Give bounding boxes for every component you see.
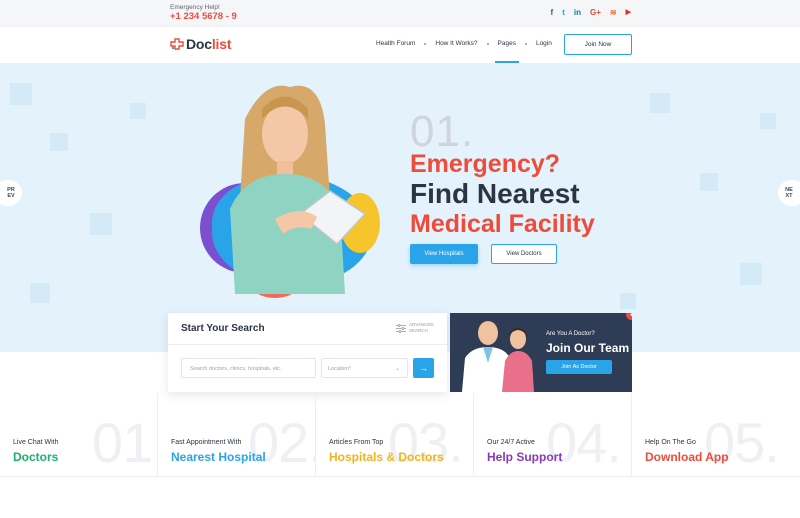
view-hospitals-button[interactable]: View Hospitals — [410, 244, 478, 264]
hero-slider: PR EV NE XT 01. Emergency? Find Nearest … — [0, 63, 800, 352]
google-plus-icon[interactable]: G+ — [590, 8, 601, 18]
logo-cross-icon — [170, 38, 184, 50]
nav-separator — [524, 42, 527, 45]
hero-heading-line3: Medical Facility — [410, 210, 595, 238]
view-doctors-button[interactable]: View Doctors — [491, 244, 557, 264]
feature-card[interactable]: 01. Live Chat With Doctors — [0, 393, 158, 477]
feature-title: Hospitals & Doctors — [329, 450, 444, 464]
hero-heading-line2: Find Nearest — [410, 178, 580, 209]
feature-card[interactable]: 02. Fast Appointment With Nearest Hospit… — [158, 393, 316, 477]
feature-number: 05. — [704, 411, 780, 474]
location-pin-icon: ● — [626, 313, 632, 320]
feature-title: Nearest Hospital — [171, 450, 266, 464]
join-now-button[interactable]: Join Now — [564, 34, 632, 55]
search-divider — [168, 344, 447, 345]
search-panel: Start Your Search ADVANCED SEARCH Search … — [168, 313, 447, 392]
nav-separator — [424, 42, 427, 45]
feature-subtitle: Fast Appointment With — [171, 439, 242, 446]
search-input[interactable]: Search doctors, clinics, hospitals, etc. — [181, 358, 316, 378]
doctor-title: Join Our Team — [546, 341, 630, 355]
nav-item-how-it-works[interactable]: How It Works? — [435, 40, 477, 47]
feature-subtitle: Articles From Top — [329, 439, 384, 446]
main-navbar: Doclist Health Forum How It Works? Pages… — [0, 27, 800, 63]
nav-separator — [486, 42, 489, 45]
logo[interactable]: Doclist — [170, 36, 232, 52]
doctors-image — [462, 321, 534, 392]
advanced-label-1: ADVANCED — [409, 322, 434, 327]
location-select[interactable]: Location* ⌄ — [321, 358, 408, 378]
nav-item-pages[interactable]: Pages — [494, 40, 520, 63]
advanced-label-2: SEARCH — [409, 328, 428, 333]
feature-subtitle: Live Chat With — [13, 439, 59, 446]
top-bar: Emergency Help! +1 234 5678 - 9 f t in G… — [0, 0, 800, 27]
chevron-down-icon: ⌄ — [394, 366, 400, 372]
emergency-phone[interactable]: +1 234 5678 - 9 — [170, 11, 237, 22]
location-label: Location* — [328, 366, 351, 372]
search-title: Start Your Search — [181, 323, 265, 334]
facebook-icon[interactable]: f — [551, 8, 554, 18]
linkedin-icon[interactable]: in — [574, 8, 581, 18]
nav-item-health-forum[interactable]: Health Forum — [376, 40, 415, 47]
nav-menu: Health Forum How It Works? Pages Login — [376, 40, 552, 63]
rss-icon[interactable]: ≋ — [610, 8, 617, 18]
doctor-question: Are You A Doctor? — [546, 331, 595, 337]
social-links: f t in G+ ≋ ▶ — [551, 8, 631, 18]
feature-card[interactable]: 04. Our 24/7 Active Help Support — [474, 393, 632, 477]
sliders-icon — [396, 323, 406, 333]
features-row: 01. Live Chat With Doctors 02. Fast Appo… — [0, 393, 800, 477]
search-submit-button[interactable]: → — [413, 358, 434, 378]
prev-label: PR EV — [7, 187, 15, 199]
next-label: NE XT — [785, 187, 793, 199]
feature-number: 04. — [546, 411, 622, 474]
feature-number: 02. — [248, 411, 316, 474]
feature-card[interactable]: 03. Articles From Top Hospitals & Doctor… — [316, 393, 474, 477]
feature-subtitle: Our 24/7 Active — [487, 439, 535, 446]
feature-card[interactable]: 05. Help On The Go Download App — [632, 393, 800, 477]
feature-number: 01. — [92, 411, 157, 474]
nav-item-login[interactable]: Login — [536, 40, 552, 47]
doctor-promo-card: ● Are You A Doctor? Join Our Team Join A… — [450, 313, 632, 392]
feature-number: 03. — [388, 411, 464, 474]
youtube-icon[interactable]: ▶ — [626, 8, 631, 18]
feature-title: Download App — [645, 450, 729, 464]
twitter-icon[interactable]: t — [562, 8, 565, 18]
prev-slide-button[interactable]: PR EV — [0, 180, 22, 206]
logo-text-doc: Doc — [186, 36, 212, 52]
hero-heading-line1: Emergency? — [410, 150, 561, 178]
woman-with-tablet-image — [230, 85, 367, 294]
join-as-doctor-button[interactable]: Join As Doctor — [546, 360, 612, 374]
advanced-search-toggle[interactable]: ADVANCED SEARCH — [396, 322, 434, 334]
feature-title: Doctors — [13, 450, 59, 464]
feature-title: Help Support — [487, 450, 563, 464]
logo-text-list: list — [211, 36, 232, 52]
emergency-label: Emergency Help! — [170, 4, 220, 11]
next-slide-button[interactable]: NE XT — [778, 180, 800, 206]
feature-subtitle: Help On The Go — [645, 439, 696, 446]
